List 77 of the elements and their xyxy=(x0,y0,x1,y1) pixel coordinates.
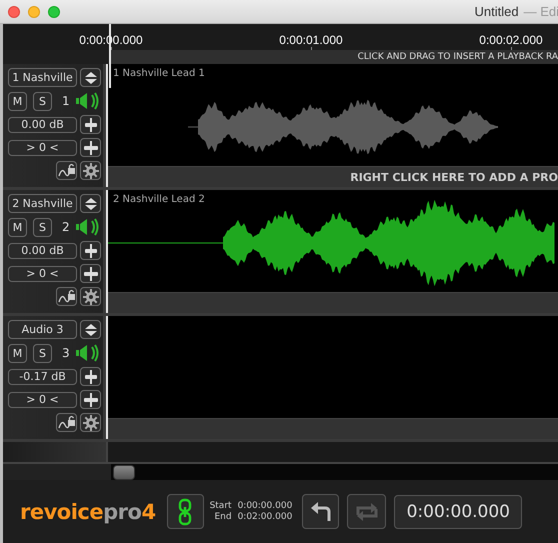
link-button[interactable] xyxy=(166,494,204,529)
pan-fader-button[interactable] xyxy=(80,390,101,409)
window-title: Untitled xyxy=(474,4,519,19)
speaker-icon[interactable] xyxy=(74,91,99,111)
range-label: Start xyxy=(210,501,232,511)
mute-button[interactable]: M xyxy=(8,218,27,236)
wave-lock-icon xyxy=(58,414,76,430)
gain-fader-button[interactable] xyxy=(80,241,101,260)
pan-field[interactable]: > 0 < xyxy=(8,140,77,156)
solo-button[interactable]: S xyxy=(33,218,52,236)
gain-fader-button[interactable] xyxy=(80,115,101,134)
mute-button[interactable]: M xyxy=(8,92,27,110)
solo-button[interactable]: S xyxy=(33,344,52,362)
process-bar[interactable]: RIGHT CLICK HERE TO ADD A PRO xyxy=(108,166,558,187)
pan-fader-button[interactable] xyxy=(80,138,101,157)
time-label: 0:00:02.000 xyxy=(479,33,543,47)
clip-label: 2 Nashville Lead 2 xyxy=(113,194,205,205)
track-settings-button[interactable] xyxy=(80,413,101,432)
track-settings-button[interactable] xyxy=(80,161,101,180)
pan-field[interactable]: > 0 < xyxy=(8,392,77,408)
track-lane[interactable] xyxy=(108,316,558,418)
loop-arrows-icon xyxy=(354,500,380,522)
speaker-icon[interactable] xyxy=(74,217,99,237)
track-settings-button[interactable] xyxy=(80,287,101,306)
mute-button[interactable]: M xyxy=(8,344,27,362)
range-value: 0:02:00.000 xyxy=(238,512,292,522)
wave-lock-icon xyxy=(58,162,76,178)
gain-field[interactable]: -0.17 dB xyxy=(8,368,77,384)
track-name-button[interactable]: 2 Nashville xyxy=(8,194,77,213)
fader-icon xyxy=(84,118,98,132)
track-size-button[interactable] xyxy=(80,68,101,87)
gear-icon xyxy=(82,288,98,304)
pan-fader-button[interactable] xyxy=(80,264,101,283)
track-number: 2 xyxy=(62,220,70,234)
track-size-button[interactable] xyxy=(80,194,101,213)
hint-text: CLICK AND DRAG TO INSERT A PLAYBACK RA xyxy=(358,52,558,62)
track-lane[interactable]: 1 Nashville Lead 1 xyxy=(108,64,558,166)
pan-field[interactable]: > 0 < xyxy=(8,266,77,282)
range-label: End xyxy=(213,512,232,522)
speaker-icon[interactable] xyxy=(74,343,99,363)
fader-icon xyxy=(84,266,98,280)
wave-lock-icon xyxy=(58,288,76,304)
lock-button[interactable] xyxy=(56,413,77,432)
track-name-button[interactable]: Audio 3 xyxy=(8,320,77,339)
undo-arrow-icon xyxy=(310,500,332,522)
track-size-button[interactable] xyxy=(80,320,101,339)
undo-button[interactable] xyxy=(302,494,340,529)
track-name-button[interactable]: 1 Nashville xyxy=(8,68,77,87)
gear-icon xyxy=(82,162,98,178)
clip-label: 1 Nashville Lead 1 xyxy=(113,68,205,79)
gain-field[interactable]: 0.00 dB xyxy=(8,242,77,258)
hint-text: RIGHT CLICK HERE TO ADD A PRO xyxy=(350,170,558,184)
close-button[interactable] xyxy=(8,6,20,18)
track-lane[interactable]: 2 Nashville Lead 2 xyxy=(108,190,558,292)
up-down-arrows-icon xyxy=(82,196,98,210)
fader-icon xyxy=(84,370,98,384)
solo-button[interactable]: S xyxy=(33,92,52,110)
time-display: 0:00:00.000 xyxy=(394,494,522,528)
fader-icon xyxy=(84,392,98,406)
gear-icon xyxy=(82,414,98,430)
track-number: 3 xyxy=(62,346,70,360)
lock-button[interactable] xyxy=(56,287,77,306)
gain-field[interactable]: 0.00 dB xyxy=(8,116,77,132)
track-number: 1 xyxy=(62,94,70,108)
logo: revoicepro4 xyxy=(20,500,156,524)
gain-fader-button[interactable] xyxy=(80,367,101,386)
range-value: 0:00:00.000 xyxy=(238,501,292,511)
chain-link-icon xyxy=(178,498,192,526)
lock-button[interactable] xyxy=(56,161,77,180)
fader-icon xyxy=(84,140,98,154)
playback-range-bar[interactable]: CLICK AND DRAG TO INSERT A PLAYBACK RA xyxy=(109,50,558,64)
scroll-thumb[interactable] xyxy=(113,464,135,480)
up-down-arrows-icon xyxy=(82,322,98,336)
window-subtitle: — Edi xyxy=(524,4,558,19)
time-label: 0:00:01.000 xyxy=(279,33,343,47)
up-down-arrows-icon xyxy=(82,70,98,84)
fader-icon xyxy=(84,244,98,258)
